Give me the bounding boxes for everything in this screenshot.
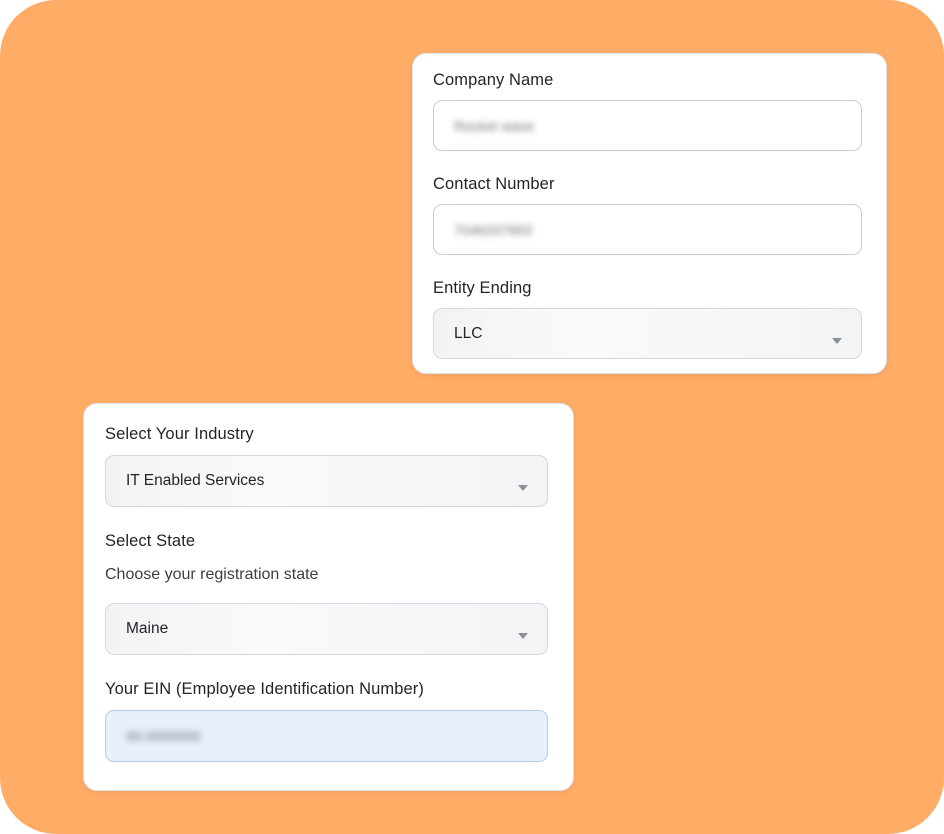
state-select[interactable]: Maine xyxy=(105,603,548,655)
chevron-down-icon xyxy=(832,337,842,344)
state-label: Select State xyxy=(105,532,196,550)
industry-label: Select Your Industry xyxy=(105,425,254,443)
company-details-card: Company Name Rocket wave Contact Number … xyxy=(412,53,887,374)
entity-ending-label: Entity Ending xyxy=(433,279,532,297)
contact-number-input[interactable]: 7046337893 xyxy=(433,204,862,255)
entity-ending-value: LLC xyxy=(454,324,483,342)
entity-ending-select[interactable]: LLC xyxy=(433,308,862,359)
registration-details-card: Select Your Industry IT Enabled Services… xyxy=(83,403,574,791)
contact-number-label: Contact Number xyxy=(433,175,555,193)
chevron-down-icon xyxy=(518,633,528,639)
industry-value: IT Enabled Services xyxy=(126,472,265,489)
company-name-input[interactable]: Rocket wave xyxy=(433,100,862,151)
orange-backdrop: Company Name Rocket wave Contact Number … xyxy=(0,0,944,834)
state-helper-text: Choose your registration state xyxy=(105,566,319,583)
ein-input[interactable]: 00-0000000 xyxy=(105,710,548,762)
ein-label: Your EIN (Employee Identification Number… xyxy=(105,680,424,698)
industry-select[interactable]: IT Enabled Services xyxy=(105,455,548,507)
chevron-down-icon xyxy=(518,485,528,491)
contact-number-value: 7046337893 xyxy=(454,221,532,238)
company-name-value: Rocket wave xyxy=(454,117,535,134)
ein-value: 00-0000000 xyxy=(126,728,201,744)
state-value: Maine xyxy=(126,620,169,637)
company-name-label: Company Name xyxy=(433,71,554,89)
